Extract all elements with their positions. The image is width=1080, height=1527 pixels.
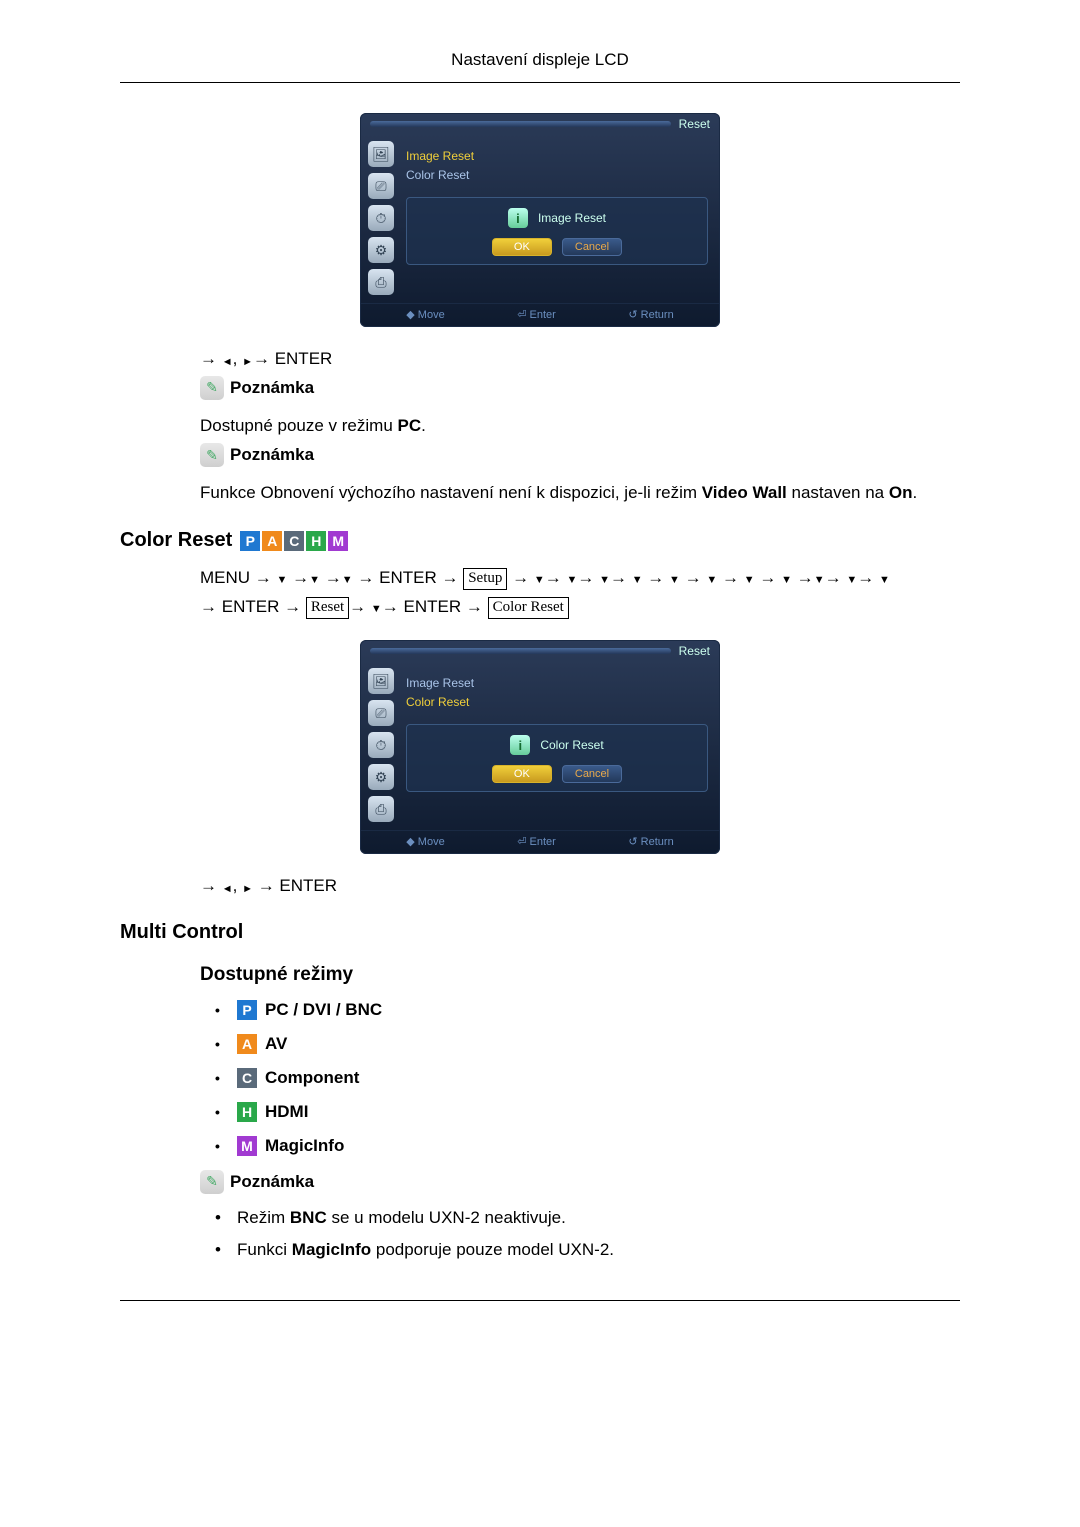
- mode-item-c: CComponent: [215, 1068, 960, 1088]
- menu-path: MENU → → → → ENTER → Setup → → → → → → →…: [200, 564, 960, 622]
- osd2-dialog: i Color Reset OK Cancel: [406, 724, 708, 792]
- osd2-item-1: Color Reset: [406, 693, 708, 712]
- osd-icon-picture: 🖼: [368, 141, 394, 167]
- osd1-item-1: Color Reset: [406, 166, 708, 185]
- osd2-title: Reset: [679, 644, 710, 658]
- osd2-item-0: Image Reset: [406, 674, 708, 693]
- page-title: Nastavení displeje LCD: [120, 50, 960, 83]
- info-icon: i: [508, 208, 528, 228]
- osd-icon-multi: ⎙: [368, 796, 394, 822]
- footer-rule: [120, 1300, 960, 1301]
- osd-icon-multi: ⎙: [368, 269, 394, 295]
- osd-icon-picture: 🖼: [368, 668, 394, 694]
- note-label-3: Poznámka: [230, 1172, 314, 1192]
- mode-note-1: Režim BNC se u modelu UXN-2 neaktivuje.: [215, 1208, 960, 1228]
- osd-icon-setup: ⚙: [368, 764, 394, 790]
- mode-item-a: AAV: [215, 1034, 960, 1054]
- osd1-cancel-button[interactable]: Cancel: [562, 238, 622, 256]
- osd-icon-input: ⎚: [368, 173, 394, 199]
- osd1-footer-return: ↺ Return: [628, 308, 673, 321]
- osd1-ok-button[interactable]: OK: [492, 238, 552, 256]
- modes-list: PPC / DVI / BNC AAV CComponent HHDMI MMa…: [215, 1000, 960, 1156]
- osd1-footer-enter: ⏎ Enter: [517, 308, 556, 321]
- info-icon: i: [510, 735, 530, 755]
- osd2-footer-return: ↺ Return: [628, 835, 673, 848]
- note2-text: Funkce Obnovení výchozího nastavení není…: [200, 481, 960, 505]
- badge-m: M: [328, 531, 348, 551]
- osd2-cancel-button[interactable]: Cancel: [562, 765, 622, 783]
- osd-icon-time: ⏱: [368, 732, 394, 758]
- osd-image-reset: Reset 🖼 ⎚ ⏱ ⚙ ⎙ Image Reset Color Reset: [120, 113, 960, 327]
- multi-control-heading: Multi Control: [120, 921, 960, 944]
- badge-h: H: [306, 531, 326, 551]
- osd2-footer-enter: ⏎ Enter: [517, 835, 556, 848]
- pencil-icon: ✎: [200, 376, 224, 400]
- mode-note-2: Funkci MagicInfo podporuje pouze model U…: [215, 1240, 960, 1260]
- osd1-dialog-label: Image Reset: [538, 211, 606, 225]
- osd-icon-setup: ⚙: [368, 237, 394, 263]
- osd1-footer-move: ◆ Move: [406, 308, 444, 321]
- osd-icon-time: ⏱: [368, 205, 394, 231]
- osd2-footer-move: ◆ Move: [406, 835, 444, 848]
- mode-item-h: HHDMI: [215, 1102, 960, 1122]
- pencil-icon: ✎: [200, 1170, 224, 1194]
- mode-badges: P A C H M: [240, 531, 348, 551]
- pencil-icon: ✎: [200, 443, 224, 467]
- badge-p: P: [240, 531, 260, 551]
- osd2-dialog-label: Color Reset: [540, 738, 603, 752]
- mode-item-p: PPC / DVI / BNC: [215, 1000, 960, 1020]
- nav-line-2: → , → ENTER: [200, 876, 960, 897]
- nav-line-1: → , → ENTER: [200, 349, 960, 370]
- osd1-item-0: Image Reset: [406, 147, 708, 166]
- badge-c: C: [284, 531, 304, 551]
- mode-notes-list: Režim BNC se u modelu UXN-2 neaktivuje. …: [215, 1208, 960, 1260]
- mode-item-m: MMagicInfo: [215, 1136, 960, 1156]
- osd1-title: Reset: [679, 117, 710, 131]
- osd1-dialog: i Image Reset OK Cancel: [406, 197, 708, 265]
- osd-color-reset: Reset 🖼 ⎚ ⏱ ⚙ ⎙ Image Reset Color Reset: [120, 640, 960, 854]
- badge-a: A: [262, 531, 282, 551]
- color-reset-heading: Color Reset P A C H M: [120, 529, 960, 552]
- osd2-ok-button[interactable]: OK: [492, 765, 552, 783]
- note-label-1: Poznámka: [230, 378, 314, 398]
- note1-text: Dostupné pouze v režimu PC.: [200, 414, 960, 438]
- osd-icon-input: ⎚: [368, 700, 394, 726]
- note-label-2: Poznámka: [230, 445, 314, 465]
- modes-heading: Dostupné režimy: [200, 964, 960, 986]
